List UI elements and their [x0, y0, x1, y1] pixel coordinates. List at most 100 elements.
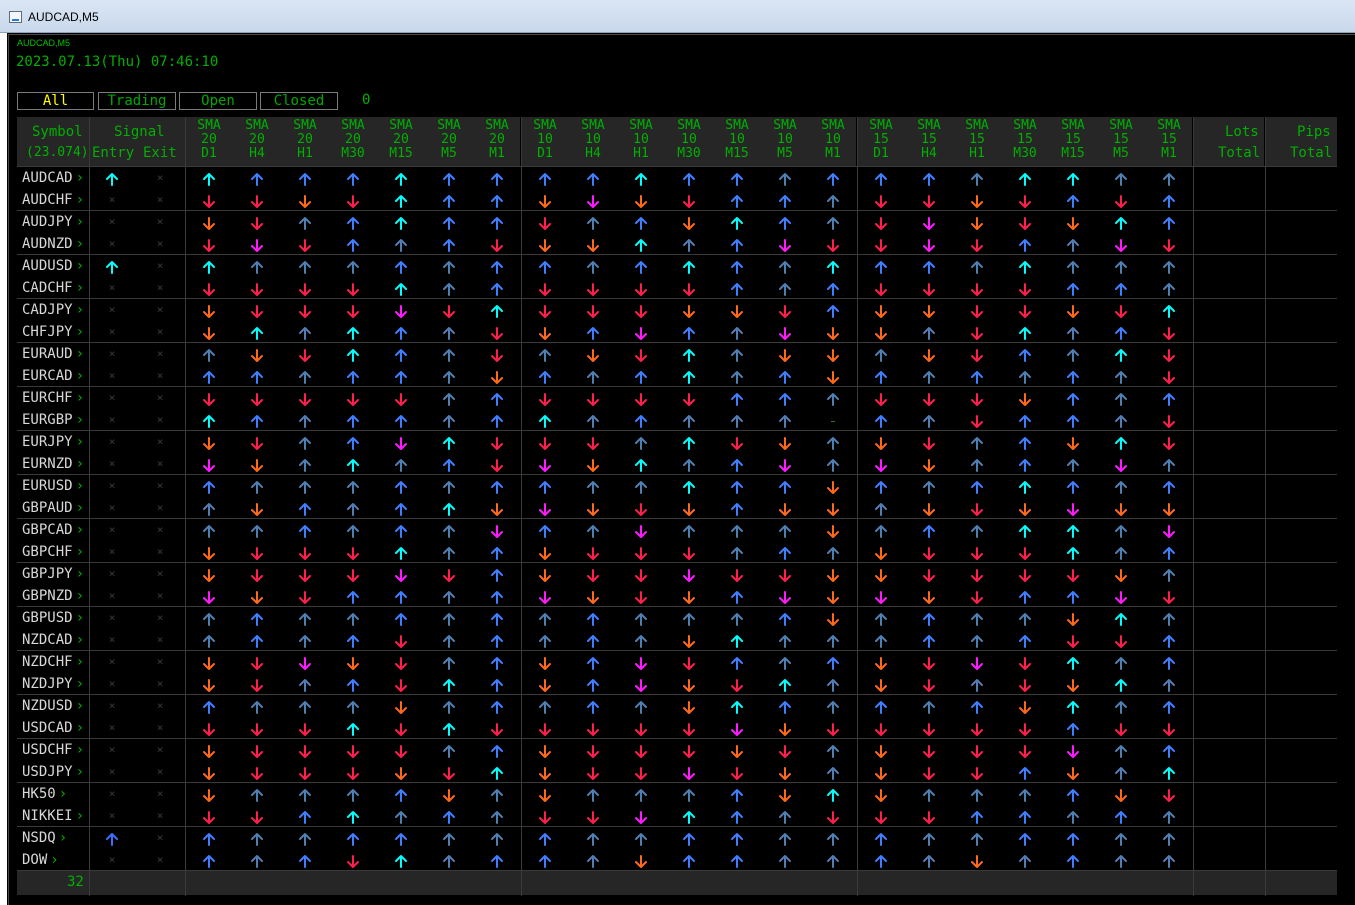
row-divider: [17, 606, 1337, 607]
trend-down-arrow-icon: [347, 855, 359, 868]
trend-down-arrow-icon: [539, 305, 551, 318]
trend-down-arrow-icon: [875, 547, 887, 560]
trend-up-arrow-icon: [1019, 349, 1031, 362]
trend-down-arrow-icon: [251, 569, 263, 582]
symbol-name[interactable]: GBPCAD ›: [22, 522, 84, 538]
trend-up-arrow-icon: [443, 745, 455, 758]
trend-up-arrow-icon: [1019, 459, 1031, 472]
symbol-name[interactable]: CHFJPY ›: [22, 324, 84, 340]
symbol-name[interactable]: NZDCAD ›: [22, 632, 84, 648]
symbol-name[interactable]: EURJPY ›: [22, 434, 84, 450]
sma-period: 10: [681, 132, 697, 147]
trend-up-arrow-icon: [299, 855, 311, 868]
symbol-name[interactable]: NZDUSD ›: [22, 698, 84, 714]
symbol-name[interactable]: EURNZD ›: [22, 456, 84, 472]
symbol-name[interactable]: EURAUD ›: [22, 346, 84, 362]
trend-up-arrow-icon: [1163, 811, 1175, 824]
trend-flat-icon: [831, 421, 835, 422]
sma-period: 10: [633, 132, 649, 147]
trend-up-arrow-icon: [683, 613, 695, 626]
entry-empty-mark: ×: [108, 567, 116, 580]
symbol-header: Symbol: [32, 124, 83, 140]
symbol-name[interactable]: AUDNZD ›: [22, 236, 84, 252]
symbol-name[interactable]: CADJPY ›: [22, 302, 84, 318]
sma-period: 20: [201, 132, 217, 147]
trend-up-arrow-icon: [395, 591, 407, 604]
symbol-name[interactable]: GBPCHF ›: [22, 544, 84, 560]
symbol-name[interactable]: USDCAD ›: [22, 720, 84, 736]
sma-label: SMA: [917, 118, 941, 133]
symbol-name[interactable]: USDJPY ›: [22, 764, 84, 780]
symbol-name[interactable]: EURGBP ›: [22, 412, 84, 428]
symbol-name[interactable]: NSDQ ›: [22, 830, 67, 846]
symbol-name[interactable]: USDCHF ›: [22, 742, 84, 758]
symbol-name[interactable]: CADCHF ›: [22, 280, 84, 296]
tab-open[interactable]: Open: [179, 92, 257, 110]
trend-up-arrow-icon: [1019, 239, 1031, 252]
trend-up-arrow-icon: [683, 481, 695, 494]
trend-up-arrow-icon: [299, 415, 311, 428]
symbol-count-value: (23.074): [26, 145, 89, 160]
exit-empty-mark: ×: [156, 369, 164, 382]
trend-down-arrow-icon: [1115, 569, 1127, 582]
trend-down-arrow-icon: [875, 327, 887, 340]
trend-up-arrow-icon: [539, 415, 551, 428]
trend-up-arrow-icon: [635, 415, 647, 428]
symbol-name[interactable]: HK50 ›: [22, 786, 67, 802]
chevron-right-icon: ›: [75, 280, 85, 296]
trend-up-arrow-icon: [251, 261, 263, 274]
trend-down-arrow-icon: [971, 195, 983, 208]
trend-up-arrow-icon: [443, 657, 455, 670]
symbol-name[interactable]: DOW ›: [22, 852, 59, 868]
trend-up-arrow-icon: [1163, 173, 1175, 186]
symbol-name[interactable]: NZDCHF ›: [22, 654, 84, 670]
trend-up-arrow-icon: [1163, 459, 1175, 472]
trend-down-arrow-icon: [971, 723, 983, 736]
chevron-right-icon: ›: [58, 830, 68, 846]
trend-up-arrow-icon: [827, 657, 839, 670]
symbol-name[interactable]: AUDCAD ›: [22, 170, 84, 186]
trend-up-arrow-icon: [539, 261, 551, 274]
sma-timeframe: M1: [1161, 146, 1177, 161]
lots-total-header: Total: [1218, 145, 1261, 161]
trend-down-arrow-icon: [635, 349, 647, 362]
trend-up-arrow-icon: [491, 811, 503, 824]
chevron-right-icon: ›: [75, 456, 85, 472]
chevron-right-icon: ›: [75, 346, 85, 362]
trend-up-arrow-icon: [635, 789, 647, 802]
symbol-name[interactable]: AUDUSD ›: [22, 258, 84, 274]
trend-down-arrow-icon: [1163, 789, 1175, 802]
trend-up-arrow-icon: [1067, 349, 1079, 362]
tab-closed[interactable]: Closed: [260, 92, 338, 110]
trend-down-arrow-icon: [923, 745, 935, 758]
trend-down-arrow-icon: [683, 657, 695, 670]
symbol-name[interactable]: AUDCHF ›: [22, 192, 84, 208]
exit-empty-mark: ×: [156, 721, 164, 734]
trend-up-arrow-icon: [1163, 547, 1175, 560]
trend-up-arrow-icon: [443, 613, 455, 626]
symbol-name[interactable]: GBPAUD ›: [22, 500, 84, 516]
trend-up-arrow-icon: [731, 481, 743, 494]
trend-up-arrow-icon: [347, 679, 359, 692]
trend-down-arrow-icon: [539, 195, 551, 208]
trend-down-arrow-icon: [491, 349, 503, 362]
trend-up-arrow-icon: [731, 239, 743, 252]
exit-empty-mark: ×: [156, 809, 164, 822]
tab-all[interactable]: All: [17, 92, 94, 110]
symbol-name[interactable]: AUDJPY ›: [22, 214, 84, 230]
trend-down-arrow-icon: [1115, 195, 1127, 208]
trend-up-arrow-icon: [443, 349, 455, 362]
symbol-name[interactable]: GBPJPY ›: [22, 566, 84, 582]
symbol-name[interactable]: GBPUSD ›: [22, 610, 84, 626]
tab-trading[interactable]: Trading: [98, 92, 176, 110]
symbol-name[interactable]: GBPNZD ›: [22, 588, 84, 604]
trend-down-arrow-icon: [971, 855, 983, 868]
symbol-name[interactable]: EURCHF ›: [22, 390, 84, 406]
trend-down-arrow-icon: [587, 195, 599, 208]
symbol-name[interactable]: EURCAD ›: [22, 368, 84, 384]
symbol-name[interactable]: NIKKEI ›: [22, 808, 84, 824]
symbol-name[interactable]: NZDJPY ›: [22, 676, 84, 692]
symbol-name[interactable]: EURUSD ›: [22, 478, 84, 494]
symbol-text: AUDJPY: [22, 214, 73, 230]
exit-empty-mark: ×: [156, 193, 164, 206]
